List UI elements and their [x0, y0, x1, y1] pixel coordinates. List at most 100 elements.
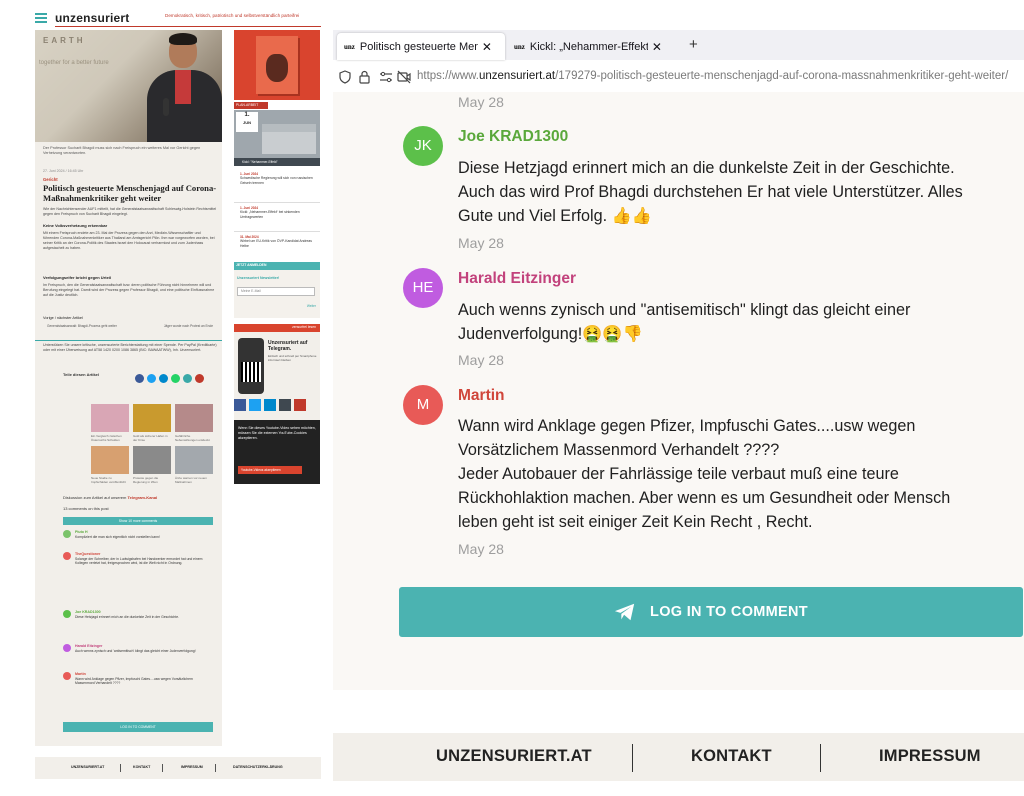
avatar[interactable]: M [403, 385, 443, 425]
login-to-comment-button[interactable]: LOG IN TO COMMENT [399, 587, 1023, 637]
next-article-link[interactable]: Jäger wurde nach Protest an Ende [164, 324, 213, 328]
rss-icon[interactable] [279, 399, 291, 411]
avatar [63, 672, 71, 680]
footer-link-contact[interactable]: KONTAKT [691, 747, 772, 766]
tab-title: Politisch gesteuerte Menschenjag [359, 40, 478, 53]
browser-window: unz Politisch gesteuerte Menschenjag ✕ u… [333, 30, 1024, 690]
twitter-icon[interactable] [147, 374, 156, 383]
parliament-image [262, 124, 316, 154]
share-label: Teile diesen Artikel [63, 372, 100, 377]
article-subheading: Verfolgungseifer bricht gegen Urteil [43, 275, 112, 280]
related-title[interactable]: Proteste gegen die Regierung in Wien [133, 476, 171, 484]
article-title: Politisch gesteuerte Menschenjagd auf Co… [43, 183, 217, 203]
email-icon[interactable] [183, 374, 192, 383]
page-overview-thumbnail: unzensuriert Demokratisch, kritisch, pat… [35, 0, 323, 796]
print-icon[interactable] [195, 374, 204, 383]
donation-note: Unterstützen Sie unsere kritische, unzen… [43, 343, 217, 352]
book-ad[interactable] [234, 30, 320, 100]
news-item[interactable]: 1. Juni 2024 Schwedische Regierung will s… [234, 172, 320, 185]
avatar[interactable]: JK [403, 126, 443, 166]
newsletter-box: JETZT ANMELDEN Unzensuriert Newsletter! … [234, 262, 320, 318]
favicon: unz [344, 42, 355, 51]
poster-text: EARTH [43, 36, 86, 45]
article-nav-label: Vorige / nächster Artikel [43, 316, 83, 320]
comment-text: Diese Hetzjagd erinnert mich an die dunk… [458, 159, 963, 225]
footer-link[interactable]: IMPRESSUM [181, 765, 203, 769]
telegram-channel-link[interactable]: Telegram-Kanal [127, 495, 157, 500]
shield-icon[interactable] [339, 70, 351, 84]
twitter-icon[interactable] [249, 399, 261, 411]
permissions-icon[interactable] [379, 71, 393, 83]
comment-author[interactable]: Martin [458, 387, 505, 405]
article-kicker[interactable]: Gericht [43, 177, 58, 182]
comment-date: May 28 [458, 352, 504, 368]
address-bar[interactable]: https://www.unzensuriert.at/179279-polit… [333, 62, 1024, 92]
avatar [63, 530, 71, 538]
youtube-icon[interactable] [294, 399, 306, 411]
related-title[interactable]: Ein Vergleich zwischen Österreichs Schul… [91, 434, 129, 442]
article-subheading: Keine Volksverhetzung erkennbar [43, 223, 108, 228]
comments-section: May 28 JK Joe KRAD1300 Diese Hetzjagd er… [333, 92, 1024, 690]
related-thumb[interactable] [133, 404, 171, 432]
url-text[interactable]: https://www.unzensuriert.at/179279-polit… [417, 70, 1008, 82]
camera-blocked-icon[interactable] [397, 70, 411, 84]
close-tab-icon[interactable]: ✕ [482, 40, 492, 54]
overview-footer: UNZENSURIERT.AT KONTAKT IMPRESSUM DATENS… [35, 757, 321, 779]
avatar[interactable]: HE [403, 268, 443, 308]
calendar-icon: 1. JUN [236, 112, 258, 132]
footer-link[interactable]: UNZENSURIERT.AT [71, 765, 104, 769]
site-slogan: Demokratisch, kritisch, patriotisch und … [165, 13, 300, 18]
telegram-icon[interactable] [159, 374, 168, 383]
news-item[interactable]: 1. Juni 2024 Kickl: „Nehammer-Effekt“ bei… [234, 206, 320, 219]
comment-author[interactable]: Harald Eitzinger [458, 270, 576, 288]
close-tab-icon[interactable]: ✕ [652, 40, 662, 54]
related-title[interactable]: Neue Studie zu Impfschäden veröffentlich… [91, 476, 129, 484]
accept-youtube-button[interactable]: Youtube-Videos akzeptieren [238, 466, 302, 474]
related-thumb[interactable] [91, 404, 129, 432]
login-to-comment-button[interactable]: LOG IN TO COMMENT [63, 722, 213, 732]
poster-subtext: together for a better future [39, 60, 109, 66]
article-meta: 27. Juni 2024 / 16:45 Uhr [43, 169, 84, 173]
whatsapp-icon[interactable] [171, 374, 180, 383]
prev-article-link[interactable]: Generalstaatsanwalt: Bhagdi-Prozess geht… [47, 324, 117, 328]
site-footer: UNZENSURIERT.AT KONTAKT IMPRESSUM [333, 733, 1024, 781]
lock-icon[interactable] [359, 70, 370, 84]
footer-link-imprint[interactable]: IMPRESSUM [879, 747, 981, 766]
related-title[interactable]: Gefährliche Nebenwirkungen entdeckt [175, 434, 213, 442]
newsletter-email-input[interactable]: Meine E-Mail [237, 287, 315, 296]
comment-text: Auch wenns zynisch und "antisemitisch" k… [458, 301, 911, 343]
comment-author[interactable]: Joe KRAD1300 [458, 128, 568, 146]
newsletter-next-link[interactable]: Weiter [307, 304, 316, 308]
footer-link[interactable]: DATENSCHUTZERKLÄRUNG [233, 765, 283, 769]
photo-caption: Der Professor Sucharit Bhagdi muss sich … [43, 146, 201, 155]
site-header: unzensuriert Demokratisch, kritisch, pat… [35, 8, 321, 30]
browser-tab-active[interactable]: unz Politisch gesteuerte Menschenjag ✕ [337, 33, 505, 60]
browser-tab[interactable]: unz Kickl: „Nehammer-Effekt“ bei s ✕ [507, 33, 675, 60]
favicon: unz [514, 42, 525, 51]
facebook-icon[interactable] [135, 374, 144, 383]
comment-item: Pluto H Kompliziert die man sich eigentl… [63, 530, 213, 548]
related-thumb[interactable] [175, 404, 213, 432]
footer-link[interactable]: KONTAKT [133, 765, 150, 769]
menu-icon[interactable] [35, 13, 47, 23]
social-buttons [234, 398, 320, 411]
telegram-icon[interactable] [264, 399, 276, 411]
comment-item: Harald Eitzinger Auch wenns zynisch und … [63, 644, 213, 668]
comment-item: Joe KRAD1300 Diese Hetzjagd erinnert mic… [63, 610, 213, 634]
news-item[interactable]: 31. Mai 2024 Wirbel um EU-Kritik von ÖVP-… [234, 235, 320, 248]
telegram-discussion: Diskussion zum Artikel auf unserem Teleg… [63, 495, 158, 500]
tab-bar: unz Politisch gesteuerte Menschenjag ✕ u… [333, 30, 1024, 60]
show-more-comments-button[interactable]: Show 10 more comments [63, 517, 213, 525]
related-thumb[interactable] [175, 446, 213, 474]
related-title[interactable]: Gold als sicherer Hafen in der Krise [133, 434, 171, 442]
related-title[interactable]: Ärzte warnen vor neuen Maßnahmen [175, 476, 213, 484]
facebook-icon[interactable] [234, 399, 246, 411]
site-logo[interactable]: unzensuriert [55, 11, 129, 25]
related-thumb[interactable] [91, 446, 129, 474]
footer-link-home[interactable]: UNZENSURIERT.AT [436, 747, 592, 766]
microphone-icon [163, 98, 169, 116]
new-tab-button[interactable]: + [689, 36, 698, 53]
featured-news-image[interactable]: 1. JUN Kickl: "Nehammer-Effekt" [234, 110, 320, 166]
header-divider [55, 26, 321, 27]
related-thumb[interactable] [133, 446, 171, 474]
